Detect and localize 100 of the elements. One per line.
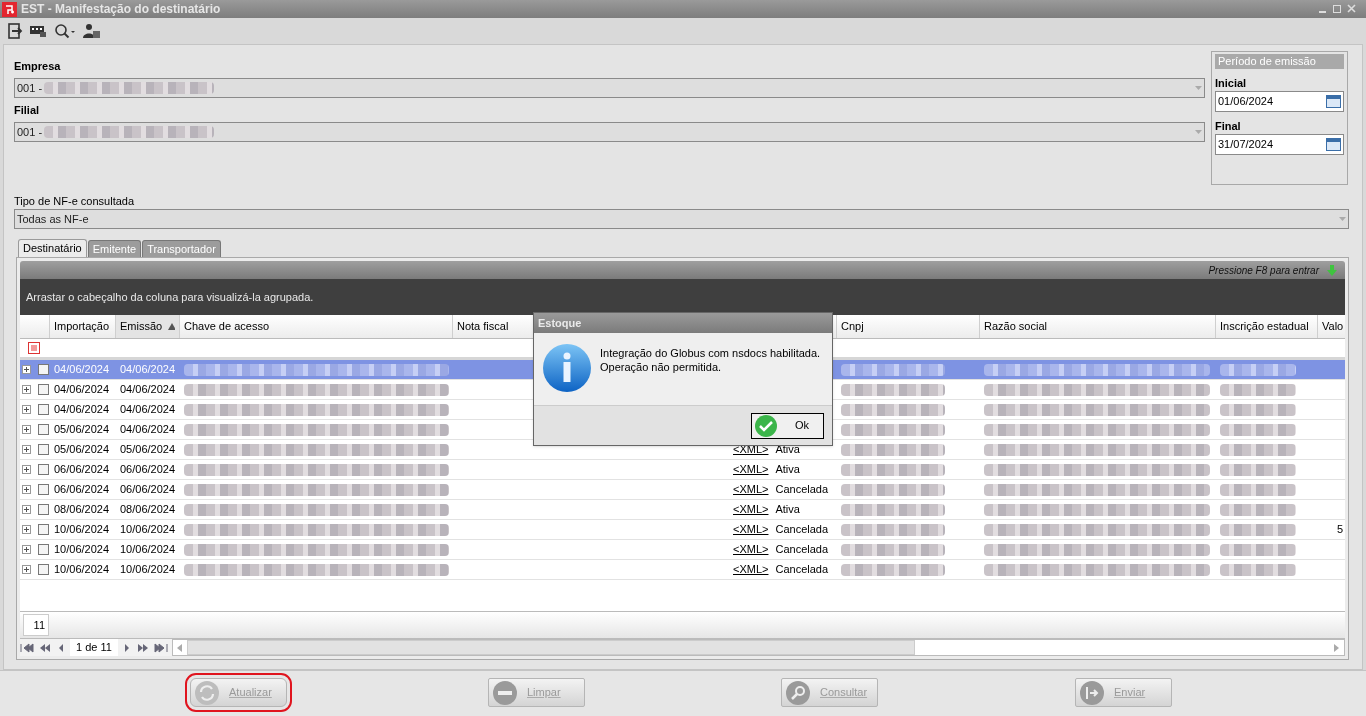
expand-icon[interactable] (22, 485, 31, 494)
table-cell-text: 04/06/2024 (120, 362, 176, 378)
table-cell-text: 06/06/2024 (120, 462, 176, 478)
checkbox[interactable] (38, 444, 49, 455)
table-cell-text: 04/06/2024 (120, 382, 176, 398)
window-title: EST - Manifestação do destinatário (21, 1, 222, 18)
table-cell-text: 5 (1336, 522, 1343, 538)
table-cell-text: 04/06/2024 (54, 402, 110, 418)
first-page-icon[interactable] (20, 642, 34, 653)
checkbox[interactable] (38, 544, 49, 555)
column-header[interactable]: Cnpj (837, 315, 980, 338)
scroll-thumb[interactable] (186, 640, 915, 655)
date-field[interactable]: 01/06/2024 (1215, 91, 1344, 112)
calendar-icon[interactable] (1326, 95, 1341, 108)
panel-title: Período de emissão (1215, 54, 1344, 69)
expand-icon[interactable] (22, 425, 31, 434)
table-cell-text: 04/06/2024 (120, 422, 176, 438)
close-icon[interactable] (1346, 4, 1358, 14)
next-page-icon[interactable] (135, 642, 150, 653)
table-cell-text: 04/06/2024 (120, 402, 176, 418)
table-cell-text: Ativa (775, 502, 800, 518)
exit-icon[interactable] (8, 23, 23, 39)
xml-link[interactable]: <XML> (733, 561, 769, 578)
magnifier-icon (786, 680, 810, 705)
expand-icon[interactable] (22, 525, 31, 534)
table-cell-text: 05/06/2024 (120, 442, 176, 458)
field-label: Empresa (14, 59, 61, 74)
table-cell-text: 10/06/2024 (54, 522, 110, 538)
checkbox[interactable] (38, 464, 49, 475)
page-indicator: 1 de 11 (70, 639, 118, 656)
expand-icon[interactable] (22, 365, 31, 374)
tab[interactable]: Destinatário (18, 239, 87, 257)
table-cell-text: 10/06/2024 (120, 542, 176, 558)
table-cell-text: 05/06/2024 (54, 422, 110, 438)
dropdown-field[interactable]: 001 - (14, 78, 1205, 98)
table-cell-text: 05/06/2024 (54, 442, 110, 458)
table-cell-text: 10/06/2024 (120, 522, 176, 538)
expand-icon[interactable] (22, 405, 31, 414)
table-cell-text: Cancelada (775, 482, 829, 498)
checkbox[interactable] (38, 504, 49, 515)
column-header[interactable]: Valo (1318, 315, 1345, 338)
maximize-icon[interactable] (1332, 4, 1342, 14)
xml-link[interactable]: <XML> (733, 481, 769, 498)
table-cell-text: 10/06/2024 (54, 542, 110, 558)
last-page-icon[interactable] (153, 642, 168, 653)
column-header[interactable]: Razão social (980, 315, 1216, 338)
checkbox[interactable] (38, 524, 49, 535)
table-cell-text: 06/06/2024 (54, 462, 110, 478)
table-cell-text: 04/06/2024 (54, 382, 110, 398)
checkbox[interactable] (38, 404, 49, 415)
table-cell-text: Cancelada (775, 542, 829, 558)
table-cell-text: Cancelada (775, 562, 829, 578)
expand-icon[interactable] (22, 545, 31, 554)
expand-icon[interactable] (22, 465, 31, 474)
column-header[interactable]: Chave de acesso (180, 315, 453, 338)
sort-ascending-icon[interactable] (168, 323, 175, 330)
xml-link[interactable]: <XML> (733, 461, 769, 478)
expand-icon[interactable] (22, 505, 31, 514)
user-icon[interactable] (83, 23, 101, 39)
field-label: Inicial (1215, 76, 1247, 89)
search-icon[interactable] (54, 23, 76, 39)
app-logo-icon (2, 1, 17, 17)
table-cell-text: Cancelada (775, 522, 829, 538)
checkbox[interactable] (38, 384, 49, 395)
expand-icon[interactable] (22, 385, 31, 394)
checkbox[interactable] (38, 364, 49, 375)
horizontal-scrollbar[interactable] (171, 639, 1345, 656)
column-header[interactable]: Emissão (116, 315, 180, 338)
xml-link[interactable]: <XML> (733, 521, 769, 538)
checkbox[interactable] (38, 424, 49, 435)
dropdown-field[interactable]: 001 - (14, 122, 1205, 142)
keyboard-lock-icon[interactable] (30, 24, 47, 38)
expand-icon[interactable] (22, 565, 31, 574)
table-cell-text: 08/06/2024 (120, 502, 176, 518)
previous-page-icon[interactable] (38, 642, 52, 653)
field-value: 001 - (17, 124, 43, 140)
table-cell-text: 10/06/2024 (54, 562, 110, 578)
field-value: 001 - (17, 80, 43, 96)
date-field[interactable]: 31/07/2024 (1215, 134, 1344, 155)
table-cell-text: 06/06/2024 (54, 482, 110, 498)
refresh-icon (195, 680, 219, 705)
column-header[interactable]: Inscrição estadual (1216, 315, 1318, 338)
calendar-icon[interactable] (1326, 138, 1341, 151)
table-cell-text: 04/06/2024 (54, 362, 110, 378)
info-icon (542, 343, 592, 393)
dropdown-field[interactable]: Todas as NF-e (14, 209, 1349, 229)
table-cell-text: 10/06/2024 (120, 562, 176, 578)
ok-button[interactable]: Ok (751, 412, 824, 439)
row-count: 11 (23, 614, 49, 636)
expand-icon[interactable] (22, 445, 31, 454)
table-cell-text: Ativa (775, 442, 800, 458)
field-label: Filial (14, 103, 40, 118)
xml-link[interactable]: <XML> (733, 501, 769, 518)
checkbox[interactable] (38, 484, 49, 495)
send-icon (1080, 680, 1104, 705)
xml-link[interactable]: <XML> (733, 541, 769, 558)
checkbox[interactable] (38, 564, 49, 575)
minus-circle-icon (493, 680, 517, 705)
filter-clear-icon[interactable] (28, 342, 40, 354)
check-icon (755, 414, 777, 437)
